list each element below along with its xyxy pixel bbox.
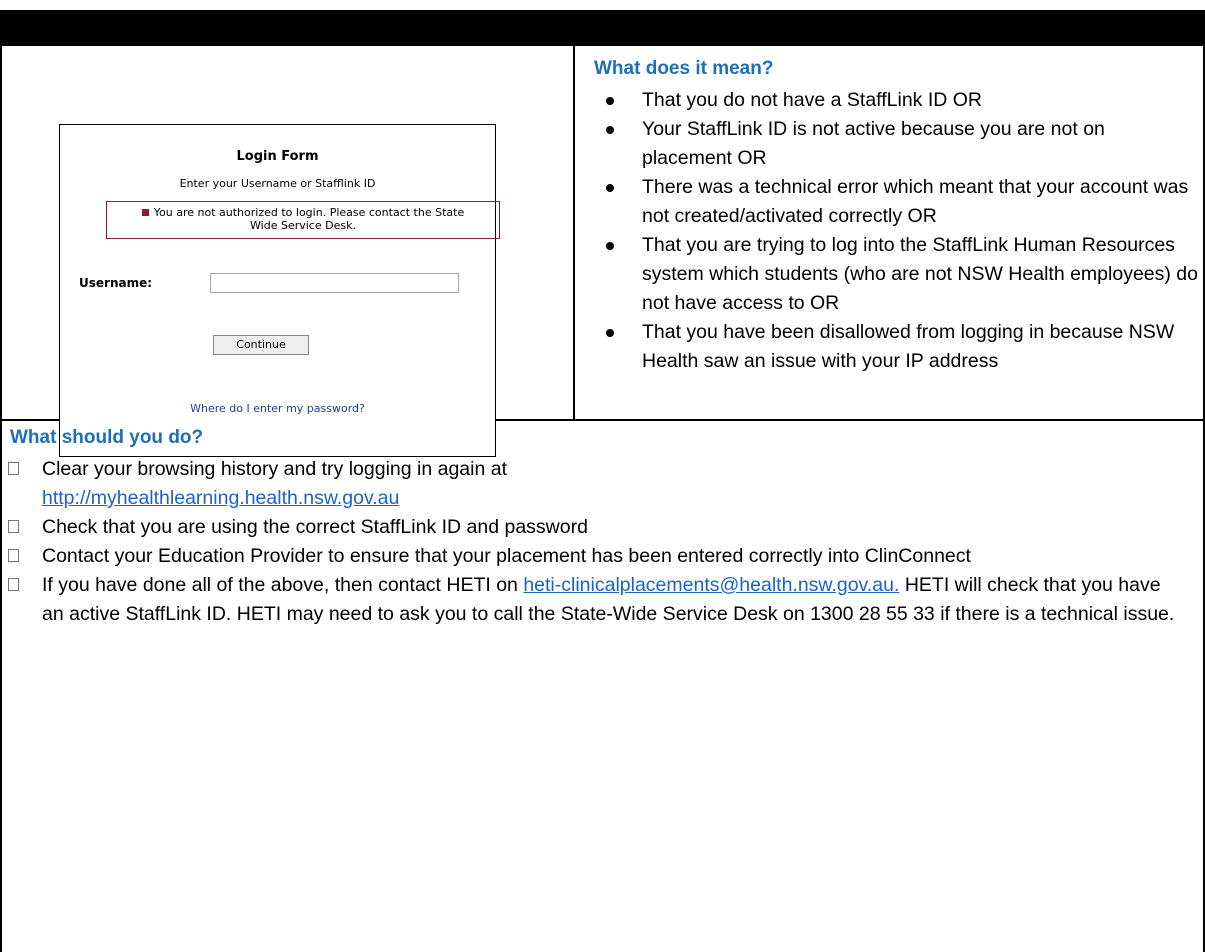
- list-item: Clear your browsing history and try logg…: [0, 455, 1200, 513]
- list-item: That you have been disallowed from loggi…: [598, 318, 1198, 376]
- actions-heading: What should you do?: [10, 427, 204, 448]
- checkbox-icon: [8, 520, 19, 533]
- header-bar: [0, 10, 1205, 46]
- bullet-icon: [606, 184, 614, 192]
- error-square-icon: [141, 209, 149, 216]
- list-item: That you are trying to log into the Staf…: [598, 231, 1198, 318]
- list-item: If you have done all of the above, then …: [0, 571, 1182, 629]
- list-item: There was a technical error which meant …: [598, 173, 1198, 231]
- heti-email-link[interactable]: heti-clinicalplacements@health.nsw.gov.a…: [523, 574, 899, 596]
- login-error-box: You are not authorized to login. Please …: [106, 201, 500, 239]
- list-item: Your StaffLink ID is not active because …: [598, 115, 1198, 173]
- password-help-link[interactable]: Where do I enter my password?: [60, 402, 495, 415]
- meaning-heading: What does it mean?: [594, 58, 774, 79]
- continue-button[interactable]: Continue: [213, 335, 309, 355]
- bullet-icon: [606, 329, 614, 337]
- bullet-icon: [606, 97, 614, 105]
- list-item: Contact your Education Provider to ensur…: [0, 542, 1192, 571]
- login-form-subtitle: Enter your Username or Stafflink ID: [179, 177, 376, 190]
- meaning-list: That you do not have a StaffLink ID OR Y…: [598, 86, 1198, 376]
- checkbox-icon: [8, 462, 19, 475]
- actions-list: Clear your browsing history and try logg…: [0, 455, 1200, 629]
- login-error-line1: You are not authorized to login. Please …: [107, 206, 499, 219]
- list-item: Check that you are using the correct Sta…: [0, 513, 1200, 542]
- bullet-icon: [606, 126, 614, 134]
- myhealthlearning-link[interactable]: http://myhealthlearning.health.nsw.gov.a…: [42, 487, 399, 509]
- login-form-title: Login Form: [236, 149, 319, 164]
- username-input[interactable]: [210, 273, 459, 293]
- checkbox-icon: [8, 578, 19, 591]
- login-form-screenshot: Login Form Enter your Username or Staffl…: [59, 124, 500, 457]
- document-page: Login Form Enter your Username or Staffl…: [0, 0, 1205, 952]
- username-label: Username:: [79, 276, 153, 290]
- checkbox-icon: [8, 549, 19, 562]
- bullet-icon: [606, 242, 614, 250]
- column-divider: [573, 46, 575, 421]
- list-item: That you do not have a StaffLink ID OR: [598, 86, 1198, 115]
- login-error-line2: Wide Service Desk.: [250, 219, 356, 232]
